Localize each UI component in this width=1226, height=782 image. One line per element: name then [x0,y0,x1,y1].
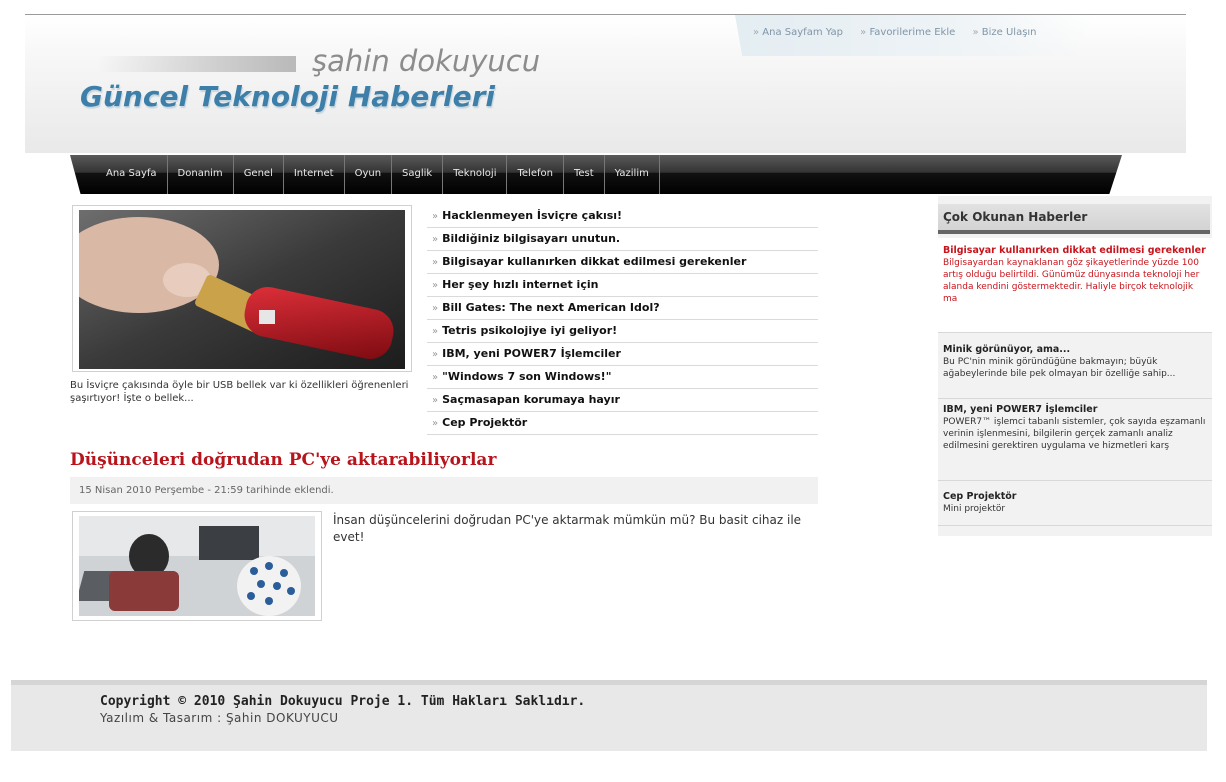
headline-item[interactable]: » Saçmasapan korumaya hayır [427,389,818,412]
set-homepage-link[interactable]: Ana Sayfam Yap [753,27,843,38]
top-links-bar: Ana Sayfam Yap Favorilerime Ekle Bize Ul… [735,15,1095,56]
sidebar-item[interactable]: Minik görünüyor, ama... Bu PC'nin minik … [938,338,1212,399]
sidebar-item-title: Bilgisayar kullanırken dikkat edilmesi g… [943,245,1206,256]
headline-item[interactable]: » IBM, yeni POWER7 İşlemciler [427,343,818,366]
article-title[interactable]: Düşünceleri doğrudan PC'ye aktarabiliyor… [70,450,496,470]
sidebar-item[interactable]: Cep Projektör Mini projektör [938,481,1212,526]
headline-item[interactable]: » Cep Projektör [427,412,818,435]
nav-item-telefon[interactable]: Telefon [507,155,564,194]
sidebar-item-desc: POWER7™ işlemci tabanlı sistemler, çok s… [943,417,1206,451]
bullet-icon: » [432,372,439,383]
sidebar-title: Çok Okunan Haberler [938,204,1210,234]
bullet-icon: » [432,395,439,406]
sidebar-item-desc: Mini projektör [943,504,1006,514]
article-meta: 15 Nisan 2010 Perşembe - 21:59 tarihinde… [70,477,818,504]
headline-label: Tetris psikolojiye iyi geliyor! [442,324,618,337]
headline-label: Bill Gates: The next American Idol? [442,301,660,314]
site-logo[interactable]: Güncel Teknoloji Haberleri [80,80,495,113]
headline-label: IBM, yeni POWER7 İşlemciler [442,347,621,360]
page: Ana Sayfam Yap Favorilerime Ekle Bize Ul… [0,0,1226,782]
headline-item[interactable]: » Bildiğiniz bilgisayarı unutun. [427,228,818,251]
bullet-icon: » [432,234,439,245]
nav-item-teknoloji[interactable]: Teknoloji [443,155,508,194]
headline-label: Hacklenmeyen İsviçre çakısı! [442,209,623,222]
sidebar-item-title: Minik görünüyor, ama... [943,344,1071,355]
bullet-icon: » [432,326,439,337]
headline-item[interactable]: » Her şey hızlı internet için [427,274,818,297]
headline-label: Bildiğiniz bilgisayarı unutun. [442,232,621,245]
bullet-icon: » [432,280,439,291]
bullet-icon: » [432,418,439,429]
main-nav: Ana Sayfa Donanim Genel Internet Oyun Sa… [92,155,660,194]
eeg-cap-photo [79,516,315,616]
contact-link[interactable]: Bize Ulaşın [972,27,1036,38]
headline-label: Her şey hızlı internet için [442,278,599,291]
add-favorites-link[interactable]: Favorilerime Ekle [860,27,955,38]
nav-item-oyun[interactable]: Oyun [345,155,393,194]
headline-item[interactable]: » Tetris psikolojiye iyi geliyor! [427,320,818,343]
nav-item-saglik[interactable]: Saglik [392,155,444,194]
nav-item-internet[interactable]: Internet [284,155,345,194]
footer-copyright: Copyright © 2010 Şahin Dokuyucu Proje 1.… [100,694,586,709]
nav-item-ana-sayfa[interactable]: Ana Sayfa [92,155,168,194]
bullet-icon: » [432,211,439,222]
sidebar-item[interactable]: Bilgisayar kullanırken dikkat edilmesi g… [938,238,1212,333]
swiss-knife-usb-photo [79,210,405,369]
nav-item-test[interactable]: Test [564,155,605,194]
headline-label: "Windows 7 son Windows!" [442,370,612,383]
headline-label: Saçmasapan korumaya hayır [442,393,620,406]
nav-item-genel[interactable]: Genel [234,155,284,194]
headline-item[interactable]: » Bill Gates: The next American Idol? [427,297,818,320]
logo-subtitle: şahin dokuyucu [312,44,541,78]
headline-list: » Hacklenmeyen İsviçre çakısı! » Bildiğini… [427,205,818,435]
bullet-icon: » [432,303,439,314]
sidebar-item-title: Cep Projektör [943,491,1017,502]
nav-item-yazilim[interactable]: Yazilim [605,155,660,194]
headline-item[interactable]: » Bilgisayar kullanırken dikkat edilmesi … [427,251,818,274]
article-image[interactable] [72,511,322,621]
headline-item[interactable]: » "Windows 7 son Windows!" [427,366,818,389]
headline-label: Bilgisayar kullanırken dikkat edilmesi g… [442,255,747,268]
sidebar-item-title: IBM, yeni POWER7 İşlemciler [943,404,1098,415]
logo-decoration [98,56,296,72]
featured-caption[interactable]: Bu İsviçre çakısında öyle bir USB bellek… [70,379,420,405]
article-summary: İnsan düşüncelerini doğrudan PC'ye aktar… [333,513,802,544]
sidebar-item[interactable]: IBM, yeni POWER7 İşlemciler POWER7™ işle… [938,399,1212,481]
headline-label: Cep Projektör [442,416,528,429]
sidebar-item-desc: Bu PC'nin minik göründüğüne bakmayın; bü… [943,357,1176,379]
footer-credit: Yazılım & Tasarım : Şahin DOKUYUCU [100,711,339,725]
sidebar-item-desc: Bilgisayardan kaynaklanan göz şikayetler… [943,258,1200,304]
headline-item[interactable]: » Hacklenmeyen İsviçre çakısı! [427,205,818,228]
featured-image[interactable] [72,205,412,372]
bullet-icon: » [432,349,439,360]
bullet-icon: » [432,257,439,268]
nav-item-donanim[interactable]: Donanim [168,155,234,194]
